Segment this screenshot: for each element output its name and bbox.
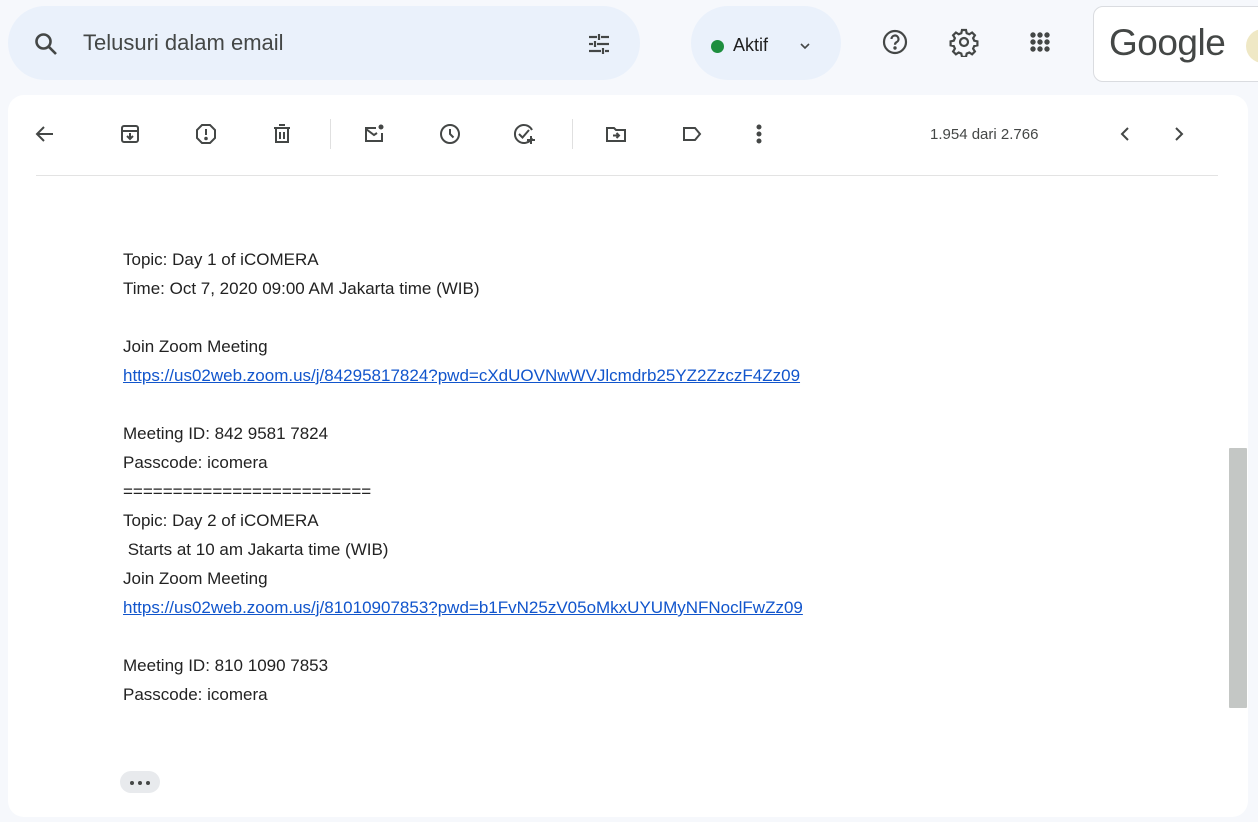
filter-icon[interactable]	[588, 33, 610, 55]
zoom-meeting-link[interactable]: https://us02web.zoom.us/j/84295817824?pw…	[123, 366, 800, 385]
show-trimmed-content-button[interactable]	[120, 771, 160, 793]
chevron-down-icon	[799, 40, 811, 52]
pager-count: 1.954 dari 2.766	[930, 126, 1039, 143]
snooze-icon[interactable]	[439, 123, 461, 145]
search-input[interactable]	[83, 28, 543, 58]
message-line: Starts at 10 am Jakarta time (WIB)	[123, 540, 389, 559]
report-spam-icon[interactable]	[195, 123, 217, 145]
toolbar-separator	[330, 119, 331, 149]
google-logo: Google	[1109, 22, 1226, 63]
message-line	[123, 303, 1173, 332]
move-to-icon[interactable]	[605, 123, 627, 145]
message-line	[123, 390, 1173, 419]
message-line: Time: Oct 7, 2020 09:00 AM Jakarta time …	[123, 279, 480, 298]
help-icon[interactable]	[880, 27, 910, 57]
mark-unread-icon[interactable]	[363, 123, 385, 145]
status-selector[interactable]: Aktif	[691, 6, 841, 80]
message-line: Join Zoom Meeting	[123, 569, 268, 588]
avatar[interactable]	[1246, 29, 1258, 63]
search-icon[interactable]	[34, 32, 58, 56]
back-arrow-icon[interactable]	[34, 123, 56, 145]
chevron-left-icon[interactable]	[1114, 123, 1136, 145]
message-line: Passcode: icomera	[123, 453, 268, 472]
message-line: Topic: Day 1 of iCOMERA	[123, 250, 319, 269]
toolbar-separator	[572, 119, 573, 149]
message-line	[123, 622, 1173, 651]
message-line: Passcode: icomera	[123, 685, 268, 704]
archive-icon[interactable]	[119, 123, 141, 145]
more-vert-icon[interactable]	[748, 123, 770, 145]
label-icon[interactable]	[681, 123, 703, 145]
delete-icon[interactable]	[271, 123, 293, 145]
message-line: Topic: Day 2 of iCOMERA	[123, 511, 319, 530]
settings-icon[interactable]	[949, 27, 979, 57]
status-dot	[711, 40, 724, 53]
search-bar[interactable]	[8, 6, 640, 80]
zoom-meeting-link[interactable]: https://us02web.zoom.us/j/81010907853?pw…	[123, 598, 803, 617]
mail-panel: 1.954 dari 2.766 Topic: Day 1 of iCOMERA…	[8, 95, 1248, 817]
message-line: Meeting ID: 810 1090 7853	[123, 656, 329, 675]
message-toolbar: 1.954 dari 2.766	[8, 95, 1248, 175]
chevron-right-icon[interactable]	[1168, 123, 1190, 145]
toolbar-divider	[36, 175, 1218, 176]
message-line: Meeting ID: 842 9581 7824	[123, 424, 329, 443]
apps-icon[interactable]	[1025, 27, 1055, 57]
message-line: =========================	[123, 482, 372, 501]
status-label: Aktif	[733, 35, 769, 55]
google-account-switcher[interactable]: Google	[1093, 6, 1258, 82]
message-body: Topic: Day 1 of iCOMERA Time: Oct 7, 202…	[123, 245, 1173, 709]
message-line: Join Zoom Meeting	[123, 337, 268, 356]
scrollbar-thumb[interactable]	[1229, 448, 1247, 708]
add-task-icon[interactable]	[513, 123, 535, 145]
